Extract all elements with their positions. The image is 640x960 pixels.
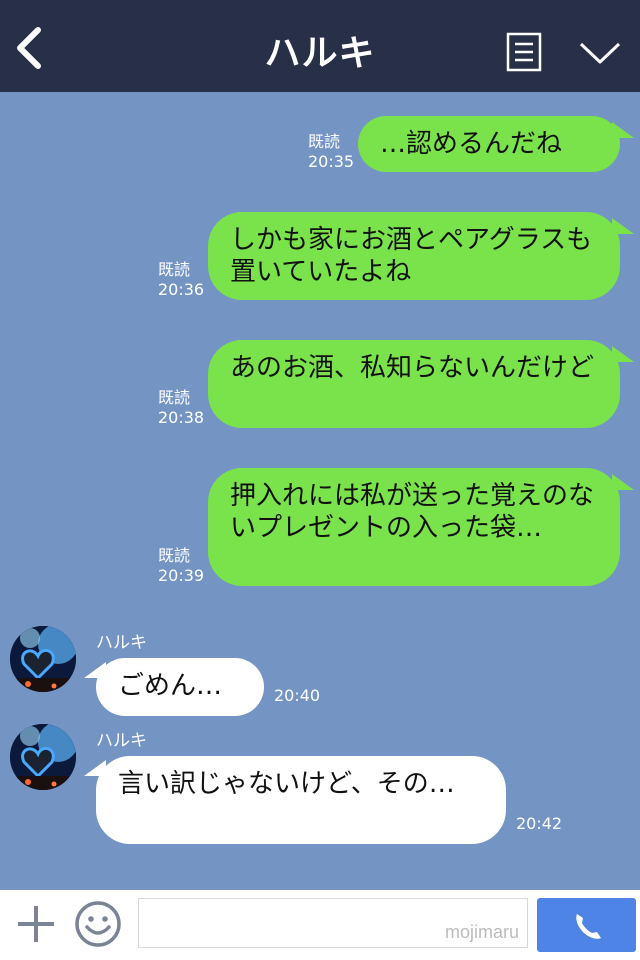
message-meta: 既読 20:36 (158, 260, 204, 300)
page-title: ハルキ (264, 33, 376, 74)
bubble-tail (612, 474, 634, 490)
chat-header: ハルキ (0, 0, 640, 92)
read-status: 既読 (158, 546, 191, 565)
message-time: 20:39 (158, 566, 205, 585)
message-text: 言い訳じゃないけど、その… (118, 769, 455, 799)
sender-name: ハルキ (96, 731, 147, 751)
incoming-message-bubble[interactable]: 言い訳じゃないけど、その… (96, 756, 506, 844)
read-status: 既読 (308, 132, 341, 151)
message-time: 20:35 (308, 152, 355, 171)
message-time: 20:38 (158, 408, 205, 427)
message-text: …認めるんだね (380, 129, 563, 159)
outgoing-message-bubble[interactable]: 押入れには私が送った覚えのないプレゼントの入った袋… (208, 468, 620, 586)
message-time: 20:42 (516, 814, 563, 833)
message-meta: 既読 20:35 (308, 132, 354, 172)
read-status: 既読 (158, 388, 191, 407)
read-status: 既読 (158, 260, 191, 279)
avatar-image (10, 626, 76, 692)
smile-icon[interactable] (74, 900, 122, 948)
message-text: ごめん… (118, 671, 223, 701)
message-time: 20:36 (158, 280, 205, 299)
message-text: しかも家にお酒とペアグラスも置いていたよね (230, 225, 593, 287)
avatar[interactable] (10, 724, 76, 790)
avatar-image (10, 724, 76, 790)
message-meta: 既読 20:38 (158, 388, 204, 428)
call-button[interactable] (537, 898, 636, 952)
message-time: 20:40 (274, 686, 321, 705)
outgoing-message-bubble[interactable]: あのお酒、私知らないんだけど (208, 340, 620, 428)
chevron-down-icon[interactable] (578, 38, 622, 68)
composer-bar: mojimaru (0, 890, 640, 960)
message-list[interactable]: 既読 20:35 …認めるんだね 既読 20:36 しかも家にお酒とペアグラスも… (0, 92, 640, 890)
phone-icon (576, 914, 601, 939)
watermark: mojimaru (444, 922, 519, 942)
outgoing-message-bubble[interactable]: …認めるんだね (358, 116, 620, 172)
bubble-tail (612, 122, 634, 138)
menu-icon[interactable] (506, 32, 542, 72)
plus-icon[interactable] (14, 900, 58, 948)
message-meta: 既読 20:39 (158, 546, 204, 586)
outgoing-message-bubble[interactable]: しかも家にお酒とペアグラスも置いていたよね (208, 212, 620, 300)
avatar[interactable] (10, 626, 76, 692)
bubble-tail (612, 346, 634, 362)
message-text: あのお酒、私知らないんだけど (230, 353, 595, 383)
sender-name: ハルキ (96, 633, 147, 653)
incoming-message-bubble[interactable]: ごめん… (96, 658, 264, 716)
message-input[interactable]: mojimaru (138, 898, 528, 948)
message-text: 押入れには私が送った覚えのないプレゼントの入った袋… (230, 481, 595, 543)
bubble-tail (612, 218, 634, 234)
